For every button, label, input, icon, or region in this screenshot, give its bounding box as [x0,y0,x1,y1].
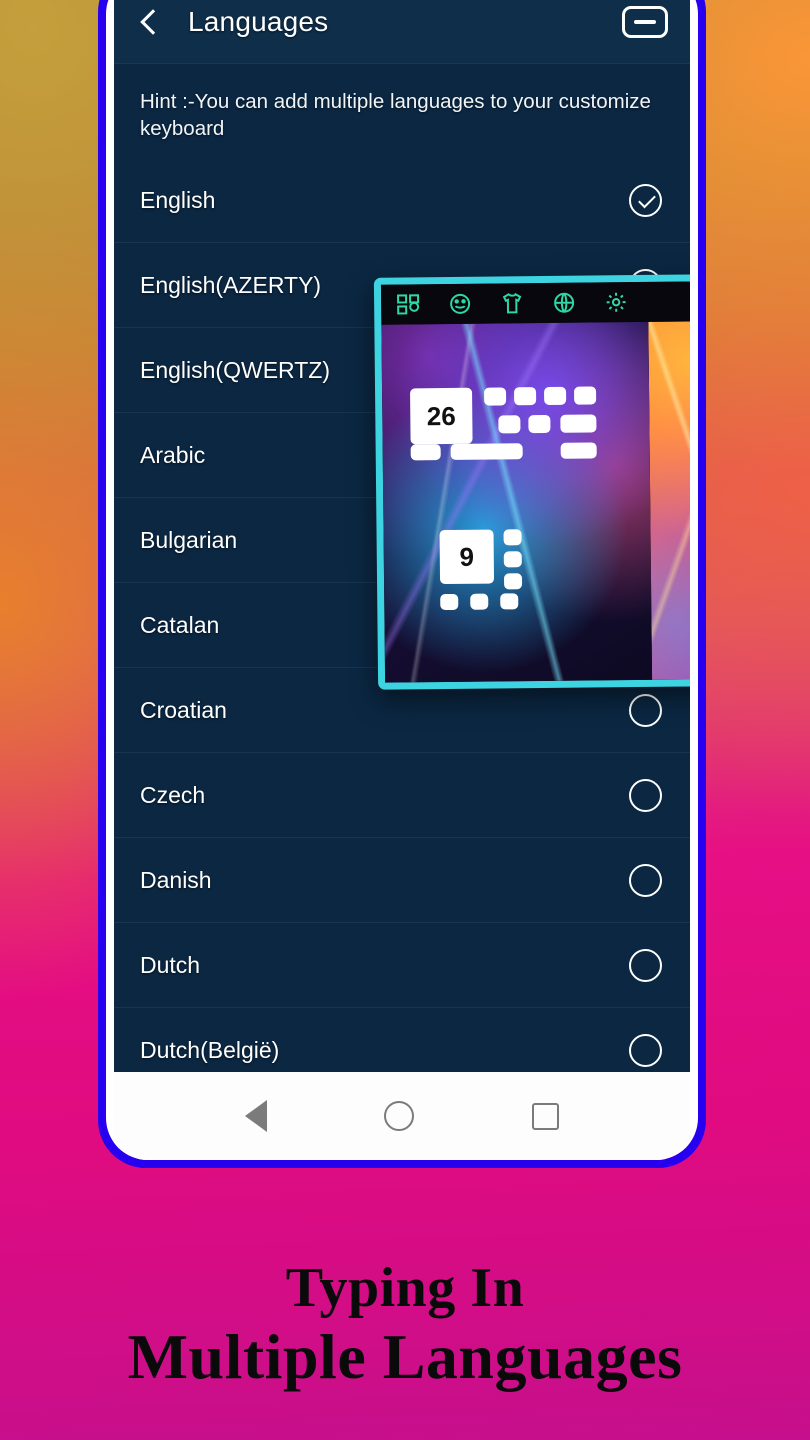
globe-language-icon[interactable] [551,291,577,315]
layout-26-label: 26 [410,387,473,445]
key-tile [410,444,441,461]
back-chevron-icon[interactable] [136,9,162,35]
phone-mockup-frame: Languages Hint :-You can add multiple la… [98,0,706,1168]
key-tile [503,551,522,568]
keyboard-layout-panel[interactable]: 26 9 [381,321,652,683]
language-name: Dutch [140,951,201,978]
language-row[interactable]: Dutch [114,923,690,1009]
hint-text: Hint :-You can add multiple languages to… [140,90,651,141]
keyboard-language-panel[interactable]: EnglishArabicHindi倉頡 [648,319,690,680]
language-name: Dutch(België) [140,1036,280,1063]
app-header: Languages [114,0,690,64]
key-tile [574,386,597,405]
android-nav-bar [114,1072,690,1160]
language-name: Czech [140,781,206,808]
theme-artwork-left [381,321,652,683]
gear-settings-icon[interactable] [603,290,629,314]
emoji-smiley-icon[interactable] [447,292,473,316]
language-name: Danish [140,866,212,893]
phone-bezel: Languages Hint :-You can add multiple la… [106,0,698,1160]
language-radio-icon[interactable] [629,778,662,812]
promo-caption: Typing In Multiple Languages [0,1257,810,1394]
layout-9-label: 9 [439,529,495,585]
keyboard-language-options[interactable]: EnglishArabicHindi倉頡 [648,319,690,680]
key-tile [503,529,522,546]
key-tile [440,593,459,611]
nav-home-icon[interactable] [384,1101,415,1131]
language-name: Croatian [140,696,227,723]
language-radio-icon[interactable] [629,948,662,982]
nav-back-icon[interactable] [244,1100,267,1132]
language-row[interactable]: Czech [114,753,690,839]
key-tile [528,414,551,434]
key-tile [514,387,537,406]
language-row[interactable]: English [114,158,690,244]
caption-line-1: Typing In [285,1257,525,1320]
nav-recents-icon[interactable] [532,1102,560,1130]
language-row[interactable]: Dutch(België) [114,1008,690,1072]
key-tile [503,573,523,590]
language-selected-check-icon[interactable] [629,183,662,217]
keyboard-preview-body: 26 9 [381,319,690,683]
key-tile [560,442,597,459]
phone-screen: Languages Hint :-You can add multiple la… [114,0,690,1072]
minus-box-icon[interactable] [622,5,668,38]
key-tile [470,593,489,610]
key-tile [560,414,597,433]
caption-line-2: Multiple Languages [127,1321,683,1393]
language-radio-icon[interactable] [629,863,662,897]
minus-glyph [634,19,656,24]
language-radio-icon[interactable] [629,1033,662,1067]
apps-grid-icon[interactable] [395,292,421,316]
key-tile [544,386,567,405]
keyboard-toolbar [380,279,690,325]
key-tile [500,593,519,610]
tshirt-theme-icon[interactable] [499,291,525,315]
language-radio-icon[interactable] [629,693,662,727]
key-tile [484,387,507,406]
keyboard-preview-overlay[interactable]: 26 9 [373,272,690,690]
language-name: English [140,186,216,213]
page-title: Languages [188,5,329,37]
key-tile [498,415,521,434]
key-tile-space [450,443,523,460]
language-row[interactable]: Danish [114,838,690,924]
